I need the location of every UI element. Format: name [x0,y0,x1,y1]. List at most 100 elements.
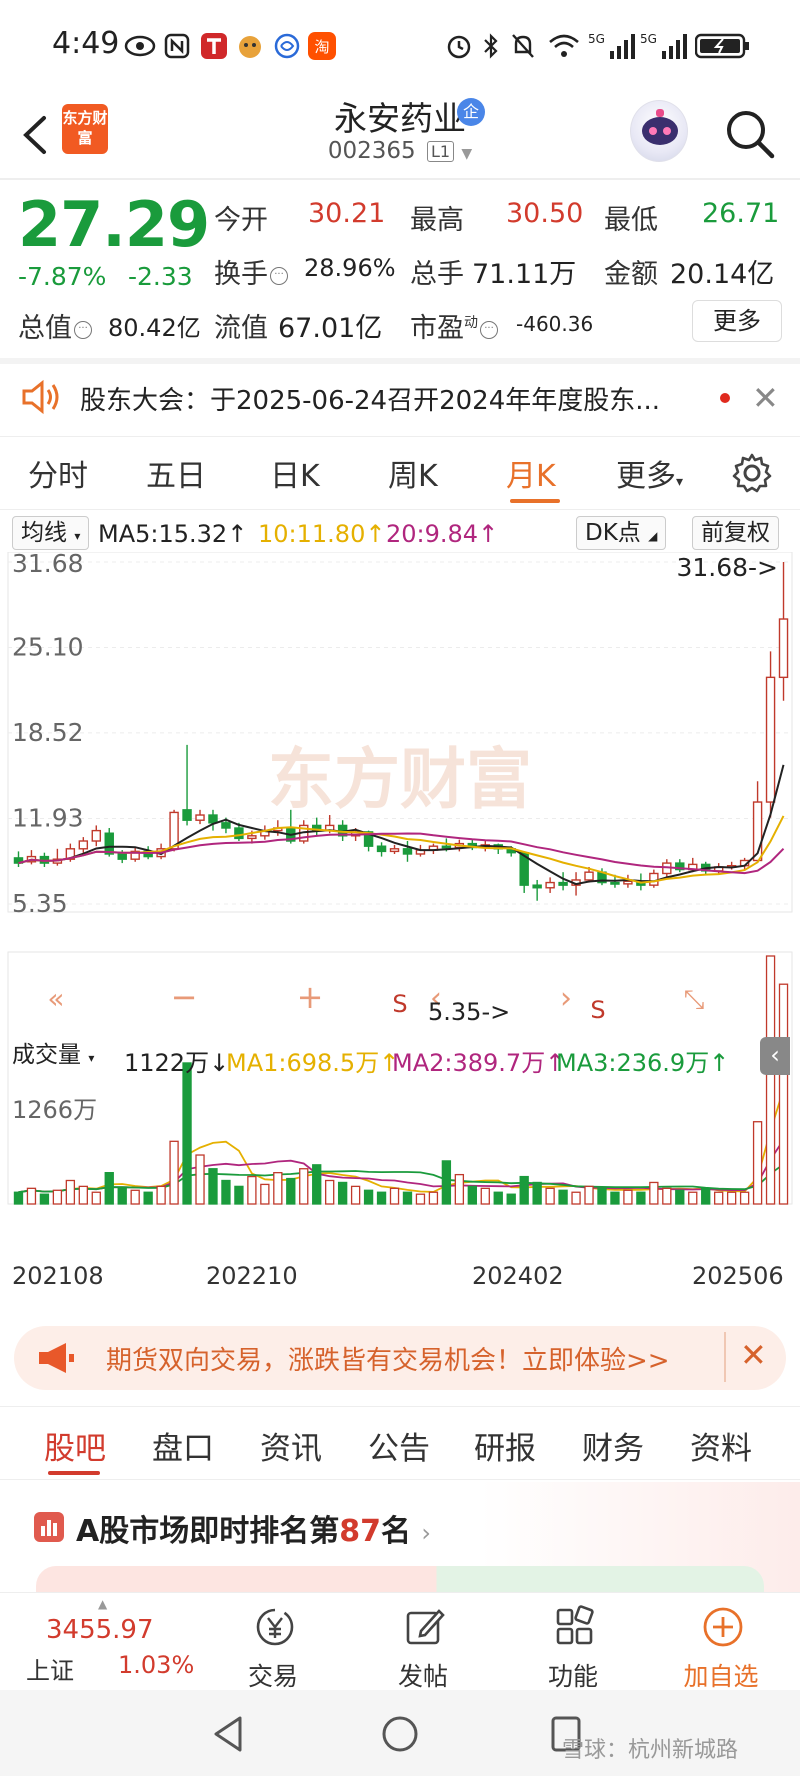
y-tick-label: 31.68 [12,552,84,578]
volume-bar [584,1185,594,1205]
rank-prefix: A股市场即时排名第 [76,1514,340,1549]
y-tick-label: 5.35 [12,889,68,918]
change-percent: -7.87% [18,262,107,291]
ma-selector[interactable]: 均线 ▾ [12,516,90,550]
high-label: 最高 [410,205,464,236]
volume-bar [558,1189,568,1205]
tab-yuek[interactable]: 月K [506,451,556,495]
volume-bar [221,1179,231,1205]
signal-5g-icon: 5G [588,30,638,62]
collapse-panel-icon[interactable]: ‹ [760,1037,790,1075]
caret-down-icon: ▾ [74,529,81,543]
volume-value: 1122万↓ [124,1049,230,1077]
candle-body [117,853,127,860]
volume-bar [208,1168,218,1205]
candle-body [610,881,620,885]
float-value: 67.01亿 [278,313,383,344]
bar-chart-icon [34,1512,64,1542]
volume-max-label: 1266万 [12,1096,97,1124]
scroll-left-button[interactable]: « [32,974,80,1022]
open-value: 30.21 [308,198,386,229]
volume-bar [195,1154,205,1205]
search-icon[interactable] [722,106,778,162]
index-name: 上证 [26,1657,74,1685]
assistant-robot-icon[interactable] [630,100,688,162]
caret-down-icon: ▾ [676,474,684,490]
info-icon[interactable]: ··· [270,266,288,285]
tab-ziliao[interactable]: 资料 [690,1423,752,1468]
volume-bar [389,1187,400,1205]
amount-label: 金额 [604,259,658,290]
tab-wuri[interactable]: 五日 [146,451,206,495]
volume-bar [363,1189,374,1205]
x-label: 202210 [206,1262,298,1290]
volume-bar [130,1189,140,1205]
info-icon[interactable]: ··· [74,320,92,339]
wifi-icon [546,30,582,62]
tab-fenshi[interactable]: 分时 [28,451,88,495]
tab-yanbao[interactable]: 研报 [474,1423,536,1468]
dk-point-button[interactable]: DK点 ◢ [576,516,667,550]
volume-bar [675,1189,685,1205]
mktcap-label-text: 总值 [18,313,72,344]
more-button[interactable]: 更多 [692,300,782,342]
volume-bar [156,1185,166,1205]
info-icon[interactable]: ··· [480,320,498,339]
zoom-out-button[interactable]: − [160,974,208,1022]
min-price-label: 5.35-> [428,998,510,1026]
tab-guba[interactable]: 股吧 [44,1423,106,1468]
zoom-in-button[interactable]: + [286,974,334,1022]
vol-ma1-line [18,1089,785,1194]
volume-bar [91,1191,101,1205]
chart-watermark: 东方财富 [268,741,532,818]
chevron-down-icon: ▼ [461,146,473,162]
post-button[interactable]: 发帖 [368,1593,478,1691]
stock-code-number: 002365 [327,138,416,164]
tab-more[interactable]: 更多▾ [616,451,683,495]
svg-text:5G: 5G [588,32,605,46]
caret-down-icon: ▾ [88,1051,95,1065]
expand-button[interactable]: ⤡ [684,985,705,1015]
pe-label: 市盈动 ··· [410,306,500,345]
tab-caiwu[interactable]: 财务 [582,1423,644,1468]
tab-rik[interactable]: 日K [270,451,320,495]
candle-body [532,884,542,889]
volume-bar [273,1172,283,1205]
tab-zixun[interactable]: 资讯 [260,1423,322,1468]
chart-period-tabs: 分时 五日 日K 周K 月K 更多▾ [0,436,800,510]
max-price-label: 31.68-> [676,553,778,582]
status-bar: 4:49 淘 5G 5G [0,0,800,92]
volume-bar [350,1185,361,1205]
tab-gonggao[interactable]: 公告 [368,1423,430,1468]
candle-body [389,848,400,853]
volume-selector[interactable]: 成交量 ▾ [12,1039,94,1073]
nav-back-icon[interactable] [210,1714,246,1758]
add-watchlist-button[interactable]: 加自选 [666,1593,776,1691]
y-tick-label: 25.10 [12,632,84,661]
mktcap-label: 总值 ··· [18,306,94,345]
candle-body [558,881,568,886]
close-icon[interactable]: ✕ [740,1336,767,1374]
app-t-icon [198,30,230,62]
battery-icon [694,30,752,62]
candle-body [208,814,218,824]
adjust-button[interactable]: 前复权 [692,516,779,550]
kline-chart[interactable]: 东方财富 31.6825.1018.5211.935.35 « − + ‹ › … [0,552,800,1312]
tab-zhouk[interactable]: 周K [388,451,438,495]
functions-button[interactable]: 功能 [518,1593,628,1691]
trade-button[interactable]: 交易 [218,1593,328,1691]
tab-more-label: 更多 [616,459,676,494]
candle-body [182,809,192,821]
index-ticker[interactable]: ▲ 3455.97 上证 1.03% [0,1593,194,1691]
svg-text:淘: 淘 [314,38,329,56]
futures-ad-banner[interactable]: 期货双向交易，涨跌皆有交易机会！立即体验>> ✕ [14,1326,786,1390]
notice-bar[interactable]: 股东大会：于2025-06-24召开2024年年度股东... ✕ [0,362,800,434]
amount-value: 20.14亿 [670,259,775,290]
scroll-next-button[interactable]: › [560,981,572,1016]
volume-bar [441,1160,452,1205]
close-icon[interactable]: ✕ [752,380,779,416]
nav-home-icon[interactable] [380,1714,420,1758]
tab-pankou[interactable]: 盘口 [152,1423,214,1468]
market-rank[interactable]: A股市场即时排名第87名 › [76,1506,431,1550]
gear-icon[interactable] [730,451,774,499]
